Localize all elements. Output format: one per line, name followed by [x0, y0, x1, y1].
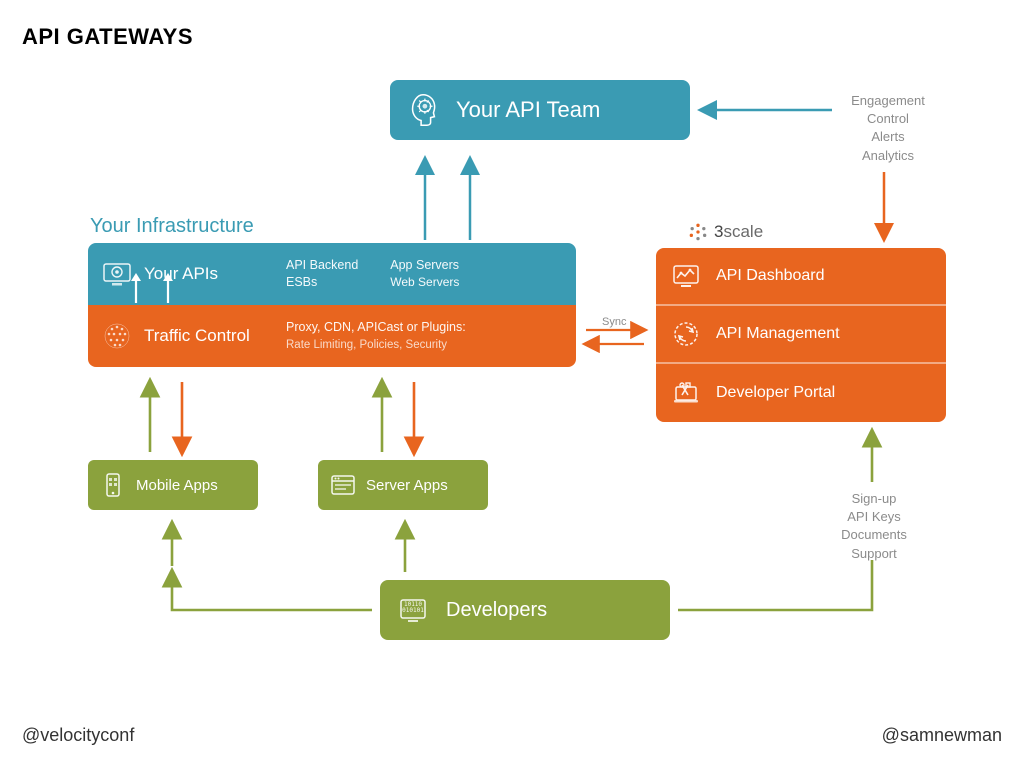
infrastructure-block: Your APIs API Backend ESBs App Servers W…: [88, 243, 576, 367]
traffic-sub1: Proxy, CDN, APICast or Plugins:: [286, 319, 576, 337]
svg-text:010101: 010101: [402, 607, 424, 614]
brand-scale: scale: [723, 222, 763, 241]
server-apps-box: Server Apps: [318, 460, 488, 510]
footer-right: @samnewman: [882, 725, 1002, 746]
infra-heading: Your Infrastructure: [90, 215, 254, 238]
api-dashboard-item: API Dashboard: [656, 248, 946, 306]
portal-label: Developer Portal: [716, 384, 835, 402]
traffic-control-label: Traffic Control: [144, 326, 250, 346]
dashboard-label: API Dashboard: [716, 267, 825, 285]
threescale-panel: API Dashboard API Management Developer P…: [656, 248, 946, 422]
your-apis-label: Your APIs: [144, 264, 218, 284]
api-backend-text: API Backend: [286, 257, 358, 275]
app-servers-text: App Servers: [390, 257, 459, 275]
sphere-icon: [102, 321, 132, 351]
management-label: API Management: [716, 325, 840, 343]
api-management-item: API Management: [656, 306, 946, 364]
footer-left: @velocityconf: [22, 725, 134, 746]
signup-annotation: Sign-upAPI KeysDocumentsSupport: [824, 490, 924, 563]
server-apps-label: Server Apps: [366, 477, 448, 494]
engagement-annotation: EngagementControlAlertsAnalytics: [838, 92, 938, 165]
traffic-sub2: Rate Limiting, Policies, Security: [286, 337, 576, 353]
window-icon: [330, 472, 356, 498]
mobile-apps-box: Mobile Apps: [88, 460, 258, 510]
developers-label: Developers: [446, 599, 547, 622]
mobile-icon: [100, 472, 126, 498]
sync-label: Sync: [602, 316, 626, 328]
page-title: API GATEWAYS: [22, 24, 193, 50]
brand-dots-icon: [688, 222, 708, 242]
traffic-control-row: Traffic Control Proxy, CDN, APICast or P…: [88, 305, 576, 367]
threescale-brand: 3scale: [688, 222, 763, 242]
mobile-apps-label: Mobile Apps: [136, 477, 218, 494]
esbs-text: ESBs: [286, 274, 358, 292]
developer-portal-item: Developer Portal: [656, 364, 946, 422]
brain-head-icon: [404, 91, 442, 129]
api-team-label: Your API Team: [456, 97, 600, 123]
api-team-box: Your API Team: [390, 80, 690, 140]
tools-laptop-icon: [672, 379, 700, 407]
svg-text:10110: 10110: [404, 601, 422, 608]
code-screen-icon: 010101 10110: [398, 595, 428, 625]
your-apis-row: Your APIs API Backend ESBs App Servers W…: [88, 243, 576, 305]
developers-box: 010101 10110 Developers: [380, 580, 670, 640]
gear-monitor-icon: [102, 259, 132, 289]
sync-circle-icon: [672, 320, 700, 348]
web-servers-text: Web Servers: [390, 274, 459, 291]
dashboard-icon: [672, 262, 700, 290]
